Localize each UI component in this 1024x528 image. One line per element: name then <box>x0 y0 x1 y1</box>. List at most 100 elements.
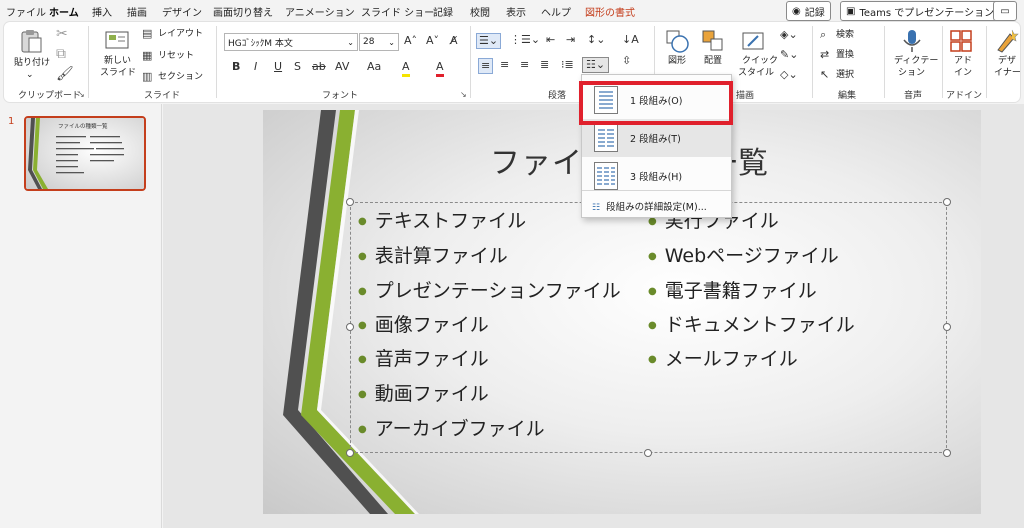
new-slide-label-line2[interactable]: スライド <box>100 68 136 79</box>
tab-view[interactable]: 表示 <box>506 4 526 19</box>
justify-button[interactable]: ≣ <box>540 58 549 72</box>
italic-button[interactable]: I <box>254 60 257 74</box>
shrink-font-icon[interactable]: A˅ <box>426 34 439 48</box>
columns-button[interactable]: ☷⌄ <box>582 57 610 73</box>
paste-icon[interactable] <box>18 28 44 54</box>
addins-icon[interactable] <box>948 28 974 54</box>
clear-format-icon[interactable]: A̸ <box>450 34 458 48</box>
resize-handle[interactable] <box>943 449 951 457</box>
arrange-icon[interactable] <box>700 28 726 54</box>
tab-review[interactable]: 校閲 <box>470 4 490 19</box>
tab-animations[interactable]: アニメーション <box>285 4 355 19</box>
list-item[interactable]: 動画ファイル <box>358 382 489 410</box>
tab-insert[interactable]: 挿入 <box>92 4 112 19</box>
select-icon[interactable]: ↖ <box>820 68 829 82</box>
list-item[interactable]: 表計算ファイル <box>358 244 508 272</box>
clipboard-launcher-icon[interactable]: ↘ <box>78 90 85 99</box>
resize-handle[interactable] <box>346 449 354 457</box>
microphone-icon[interactable] <box>899 28 925 54</box>
line-spacing-icon[interactable]: ↕⌄ <box>587 33 605 47</box>
paste-dropdown-icon[interactable]: ⌄ <box>26 70 34 81</box>
text-direction-icon[interactable]: ↓A <box>622 33 639 47</box>
section-icon[interactable]: ▥ <box>142 69 152 85</box>
find-button[interactable]: 検索 <box>836 30 854 41</box>
font-launcher-icon[interactable]: ↘ <box>460 90 467 99</box>
numbering-button[interactable]: ⋮☰⌄ <box>510 33 540 47</box>
shape-effects-icon[interactable]: ◇⌄ <box>780 68 798 82</box>
bold-button[interactable]: B <box>232 60 240 74</box>
grow-font-icon[interactable]: A˄ <box>404 34 417 48</box>
list-item[interactable]: 電子書籍ファイル <box>648 279 817 307</box>
format-painter-icon[interactable]: 🖌 <box>56 66 74 82</box>
shadow-button[interactable]: S <box>294 60 301 74</box>
reset-button[interactable]: リセット <box>158 51 194 62</box>
record-button[interactable]: ◉ 記録 <box>786 1 831 21</box>
list-item[interactable]: ドキュメントファイル <box>648 313 855 341</box>
addins-label-line1[interactable]: アド <box>954 56 972 67</box>
menu-item-two-columns[interactable]: 2 段組み(T) <box>582 119 731 157</box>
replace-button[interactable]: 置換 <box>836 50 854 61</box>
arrange-button[interactable]: 配置 <box>704 56 722 67</box>
tab-transitions[interactable]: 画面切り替え <box>213 4 273 19</box>
char-spacing-button[interactable]: AV <box>335 60 349 74</box>
font-color-button[interactable]: A <box>436 60 444 77</box>
new-slide-icon[interactable] <box>104 28 130 54</box>
resize-handle[interactable] <box>346 198 354 206</box>
shape-outline-icon[interactable]: ✎⌄ <box>780 48 798 62</box>
resize-handle[interactable] <box>346 323 354 331</box>
teams-present-button[interactable]: ▣ Teams でプレゼンテーション <box>840 1 1001 21</box>
resize-handle[interactable] <box>943 323 951 331</box>
layout-icon[interactable]: ▤ <box>142 26 152 42</box>
tab-slideshow[interactable]: スライド ショー <box>361 4 434 19</box>
tab-record[interactable]: 記録 <box>433 4 453 19</box>
addins-label-line2[interactable]: イン <box>954 68 972 79</box>
tab-shape-format[interactable]: 図形の書式 <box>585 4 635 19</box>
designer-label-line2[interactable]: イナー <box>994 68 1020 79</box>
replace-icon[interactable]: ⇄ <box>820 48 829 62</box>
comments-button[interactable]: ▭ <box>993 1 1017 21</box>
bullets-button[interactable]: ☰⌄ <box>476 33 502 49</box>
increase-indent-icon[interactable]: ⇥ <box>566 33 575 47</box>
font-size-select[interactable]: 28 ⌄ <box>359 33 399 51</box>
shapes-button[interactable]: 図形 <box>668 56 686 67</box>
layout-button[interactable]: レイアウト <box>158 29 203 40</box>
paste-label[interactable]: 貼り付け <box>14 58 50 69</box>
tab-design[interactable]: デザイン <box>162 4 202 19</box>
list-item[interactable]: アーカイブファイル <box>358 417 545 445</box>
align-left-button[interactable]: ≡ <box>478 58 494 74</box>
list-item[interactable]: メールファイル <box>648 347 798 375</box>
list-item[interactable]: プレゼンテーションファイル <box>358 279 621 307</box>
decrease-indent-icon[interactable]: ⇤ <box>546 33 555 47</box>
list-item[interactable]: 音声ファイル <box>358 347 489 375</box>
align-center-button[interactable]: ≡ <box>500 58 509 72</box>
resize-handle[interactable] <box>644 449 652 457</box>
font-name-select[interactable]: HGｺﾞｼｯｸM 本文 ⌄ <box>224 33 358 51</box>
dictate-label-line1[interactable]: ディクテー <box>894 56 938 67</box>
dictate-label-line2[interactable]: ション <box>898 68 925 79</box>
reset-icon[interactable]: ▦ <box>142 48 152 64</box>
section-button[interactable]: セクション <box>158 72 203 83</box>
select-button[interactable]: 選択 <box>836 70 854 81</box>
tab-file[interactable]: ファイル <box>6 4 46 19</box>
quick-styles-label-line1[interactable]: クイック <box>742 56 778 67</box>
list-item[interactable]: Webページファイル <box>648 244 839 272</box>
designer-icon[interactable] <box>994 28 1020 54</box>
quick-styles-icon[interactable] <box>740 28 766 54</box>
slide-thumbnail[interactable]: ファイルの種類一覧 <box>24 116 146 191</box>
distributed-button[interactable]: ⁝≣ <box>561 58 574 72</box>
align-text-icon[interactable]: ⇳ <box>622 54 631 68</box>
align-right-button[interactable]: ≡ <box>520 58 529 72</box>
copy-icon[interactable]: ⧉ <box>56 46 66 62</box>
tab-home[interactable]: ホーム <box>49 4 79 23</box>
list-item[interactable]: 画像ファイル <box>358 313 489 341</box>
menu-item-one-column[interactable]: 1 段組み(O) <box>582 81 731 119</box>
underline-button[interactable]: U <box>274 60 282 74</box>
find-icon[interactable]: ⌕ <box>820 28 826 42</box>
tab-draw[interactable]: 描画 <box>127 4 147 19</box>
menu-item-more-columns[interactable]: ☷ 段組みの詳細設定(M)... <box>592 199 707 213</box>
designer-label-line1[interactable]: デザ <box>998 56 1016 67</box>
resize-handle[interactable] <box>943 198 951 206</box>
shape-fill-icon[interactable]: ◈⌄ <box>780 28 798 42</box>
strikethrough-button[interactable]: ab <box>312 60 326 74</box>
list-item[interactable]: テキストファイル <box>358 209 526 237</box>
